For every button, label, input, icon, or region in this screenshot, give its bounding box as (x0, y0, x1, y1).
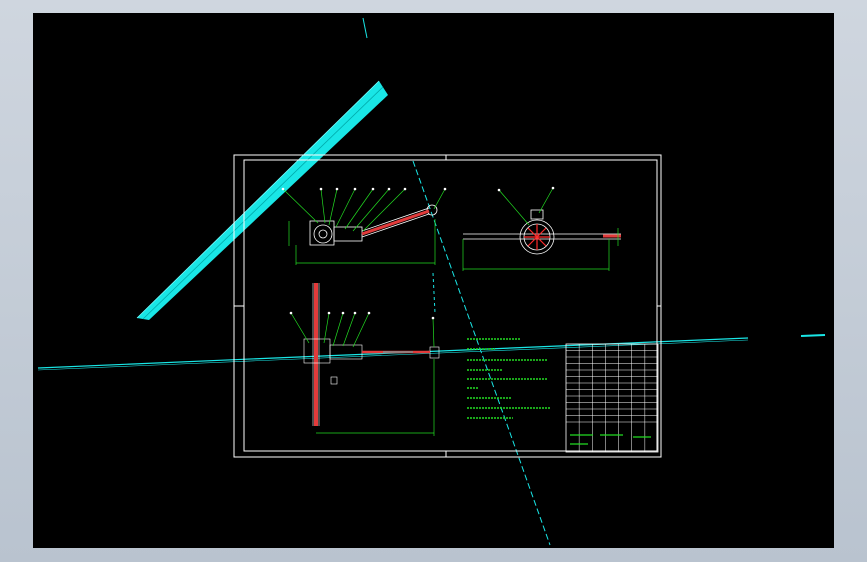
construction-segment (800, 334, 826, 337)
technical-notes (467, 338, 550, 419)
link-arm-edge (361, 207, 430, 232)
balloon-dot (371, 187, 375, 191)
construction-line (432, 272, 436, 314)
construction-lines (37, 17, 826, 546)
leader-line (282, 188, 319, 224)
bearing-inner (318, 229, 328, 239)
balloon-dot (367, 311, 371, 315)
band-edge (136, 80, 380, 319)
leader-line (332, 312, 344, 347)
cad-drawing (37, 17, 826, 546)
balloon-dot (551, 186, 555, 190)
drain-plug (330, 376, 338, 385)
leader-line (323, 312, 330, 344)
drawing-sheet (233, 154, 662, 458)
sheet-outer-border (233, 154, 662, 458)
construction-line (362, 17, 368, 39)
side-view-section (462, 186, 621, 271)
leader-line (433, 188, 446, 210)
link-arm-edge (361, 213, 430, 238)
leader-line (335, 188, 356, 228)
leader-line (320, 188, 326, 224)
band-edge (142, 86, 384, 320)
link-arm (361, 209, 430, 236)
balloon-dot (353, 311, 357, 315)
leader-line (538, 187, 554, 214)
balloon-dot (443, 187, 447, 191)
leader-line (498, 189, 530, 226)
leader-line (290, 312, 310, 344)
balloon-dot (497, 188, 501, 192)
horizontal-construction-line (37, 339, 749, 371)
balloon-dot (327, 311, 331, 315)
leader-line (328, 188, 338, 226)
top-lug (530, 209, 544, 220)
coupling (333, 226, 363, 242)
balloon-dot (353, 187, 357, 191)
bearing-circle (313, 224, 333, 244)
housing-block (309, 220, 335, 246)
balloon-dot (387, 187, 391, 191)
diagonal-band-fill (137, 81, 388, 320)
title-block-border (565, 343, 659, 453)
balloon-dot (289, 311, 293, 315)
leader-line (344, 188, 374, 230)
drawing-canvas[interactable] (33, 13, 834, 548)
leader-line (432, 317, 435, 348)
title-block-fields (570, 434, 651, 445)
title-block (565, 343, 659, 453)
balloon-dot (341, 311, 345, 315)
top-view-assembly (281, 187, 447, 265)
balloon-dot (431, 316, 435, 320)
balloon-dot (281, 187, 285, 191)
sheet-inner-border (243, 159, 658, 452)
cad-viewport[interactable] (0, 0, 867, 562)
front-view-assembly (289, 283, 440, 436)
balloon-dot (403, 187, 407, 191)
leader-line (342, 312, 356, 347)
leader-line (352, 312, 370, 348)
cyan-diagonal-band (136, 80, 388, 320)
balloon-dot (319, 187, 323, 191)
end-fitting (429, 346, 440, 359)
balloon-dot (335, 187, 339, 191)
parts-list-grid (566, 344, 658, 452)
